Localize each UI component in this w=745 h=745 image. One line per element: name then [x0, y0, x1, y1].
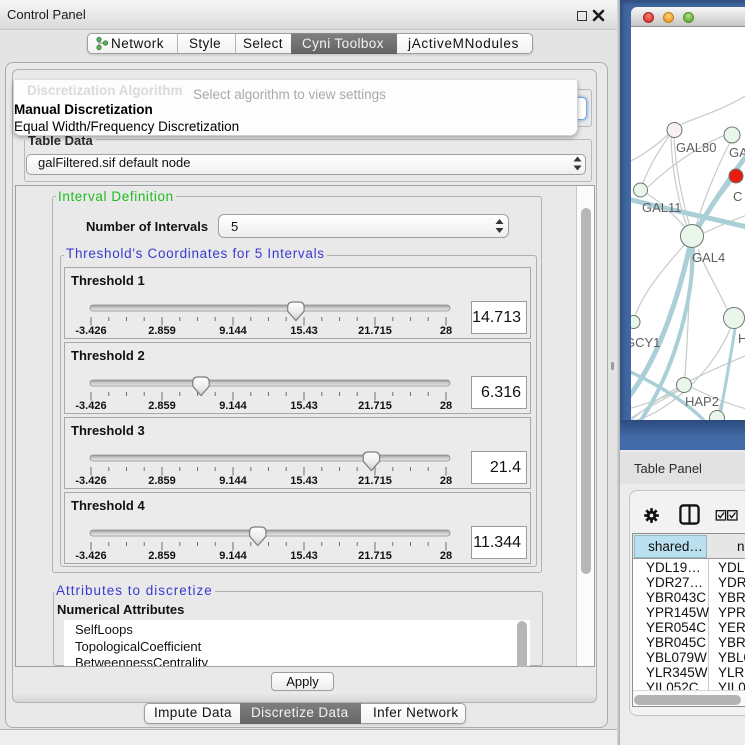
- svg-text:GAL11: GAL11: [642, 200, 682, 215]
- svg-text:9.144: 9.144: [219, 550, 247, 562]
- svg-text:28: 28: [440, 550, 452, 562]
- svg-text:28: 28: [440, 475, 452, 487]
- svg-text:15.43: 15.43: [290, 400, 318, 412]
- svg-text:21.715: 21.715: [358, 550, 392, 562]
- svg-text:GCY1: GCY1: [631, 335, 660, 350]
- svg-text:C: C: [733, 189, 742, 204]
- svg-text:HAP2: HAP2: [685, 394, 719, 409]
- svg-text:15.43: 15.43: [290, 550, 318, 562]
- svg-text:-3.426: -3.426: [75, 400, 106, 412]
- svg-text:28: 28: [440, 400, 452, 412]
- svg-text:15.43: 15.43: [290, 325, 318, 337]
- svg-text:H: H: [738, 331, 745, 346]
- svg-text:2.859: 2.859: [148, 475, 176, 487]
- svg-text:2.859: 2.859: [148, 550, 176, 562]
- svg-text:2.859: 2.859: [148, 325, 176, 337]
- svg-text:9.144: 9.144: [219, 475, 247, 487]
- svg-text:15.43: 15.43: [290, 475, 318, 487]
- svg-text:9.144: 9.144: [219, 325, 247, 337]
- svg-text:-3.426: -3.426: [75, 475, 106, 487]
- svg-text:-3.426: -3.426: [75, 550, 106, 562]
- svg-text:-3.426: -3.426: [75, 325, 106, 337]
- svg-text:GA: GA: [729, 145, 745, 160]
- svg-text:2.859: 2.859: [148, 400, 176, 412]
- svg-text:GAL80: GAL80: [676, 140, 716, 155]
- svg-text:28: 28: [440, 325, 452, 337]
- svg-text:GAL4: GAL4: [692, 250, 725, 265]
- svg-text:21.715: 21.715: [358, 475, 392, 487]
- svg-text:21.715: 21.715: [358, 400, 392, 412]
- svg-text:21.715: 21.715: [358, 325, 392, 337]
- svg-text:9.144: 9.144: [219, 400, 247, 412]
